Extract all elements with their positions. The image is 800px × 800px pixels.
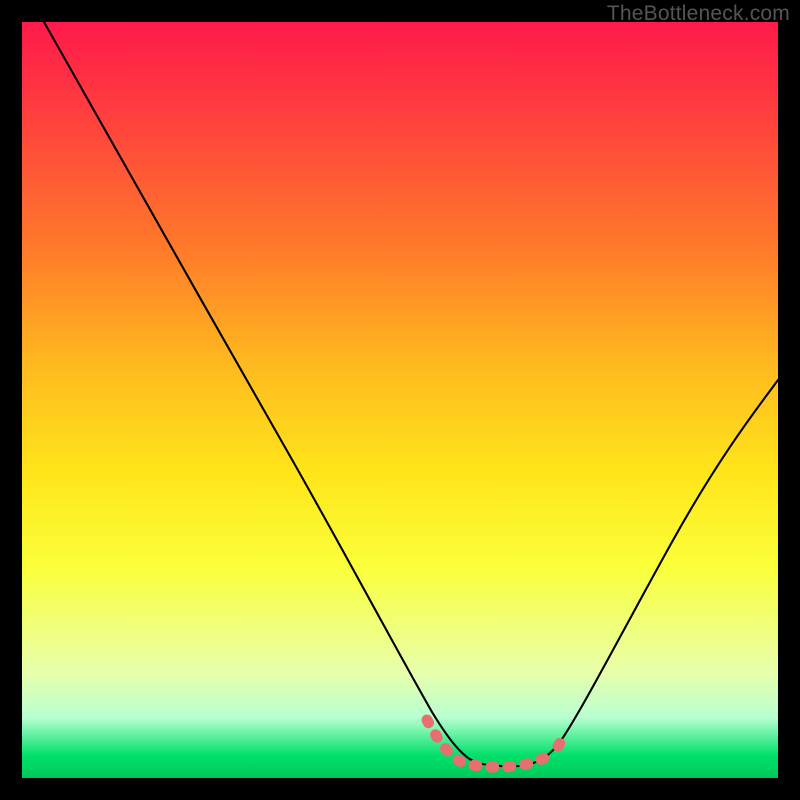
chart-stage: TheBottleneck.com [0,0,800,800]
main-curve [44,22,778,766]
highlight-layer [427,720,566,767]
chart-plot-area [22,22,778,778]
highlight-dash [427,720,566,767]
curve-layer [44,22,778,766]
chart-svg [22,22,778,778]
watermark-text: TheBottleneck.com [607,2,790,26]
